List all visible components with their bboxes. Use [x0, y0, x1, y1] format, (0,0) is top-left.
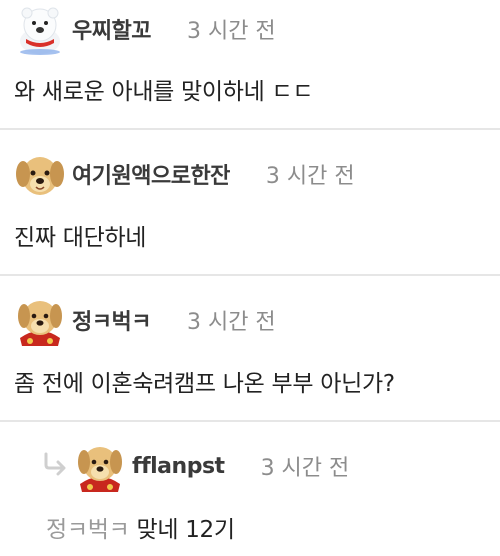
polar-bear-avatar-icon[interactable]: [14, 3, 66, 55]
comment-header: 여기원액으로한잔 3 시간 전: [14, 148, 355, 200]
comment-time: 3 시간 전: [186, 310, 276, 335]
reply-item: fflanpst 3 시간 전 정ㅋ벅ㅋ 맞네 12기: [0, 422, 500, 556]
puppy-cape-avatar-icon[interactable]: [74, 440, 126, 492]
comment-item: 정ㅋ벅ㅋ 3 시간 전 좀 전에 이혼숙려캠프 나온 부부 아닌가?: [0, 276, 500, 420]
puppy-cape-avatar-icon[interactable]: [14, 294, 66, 346]
reply-author[interactable]: fflanpst: [132, 454, 225, 479]
comment-author[interactable]: 정ㅋ벅ㅋ: [72, 304, 151, 336]
reply-arrow-icon: [44, 452, 66, 476]
reply-time: 3 시간 전: [260, 456, 350, 481]
comment-item: 여기원액으로한잔 3 시간 전 진짜 대단하네: [0, 130, 500, 274]
comment-item: 우찌할꼬 3 시간 전 와 새로운 아내를 맞이하네 ㄷㄷ: [0, 0, 500, 128]
comment-text: 와 새로운 아내를 맞이하네 ㄷㄷ: [14, 79, 314, 105]
reply-text-line: 정ㅋ벅ㅋ 맞네 12기: [46, 510, 235, 544]
comment-time: 3 시간 전: [186, 19, 276, 44]
puppy-avatar-icon[interactable]: [14, 148, 66, 200]
reply-text: 맞네 12기: [136, 517, 235, 543]
comment-text: 좀 전에 이혼숙려캠프 나온 부부 아닌가?: [14, 371, 395, 397]
comment-text: 진짜 대단하네: [14, 225, 147, 251]
comment-author[interactable]: 우찌할꼬: [72, 13, 151, 45]
comment-header: 우찌할꼬 3 시간 전: [14, 3, 276, 55]
comment-time: 3 시간 전: [265, 164, 355, 189]
comment-header: 정ㅋ벅ㅋ 3 시간 전: [14, 294, 276, 346]
reply-mention[interactable]: 정ㅋ벅ㅋ: [46, 517, 130, 543]
reply-header: fflanpst 3 시간 전: [74, 440, 349, 492]
comment-author[interactable]: 여기원액으로한잔: [72, 158, 230, 190]
